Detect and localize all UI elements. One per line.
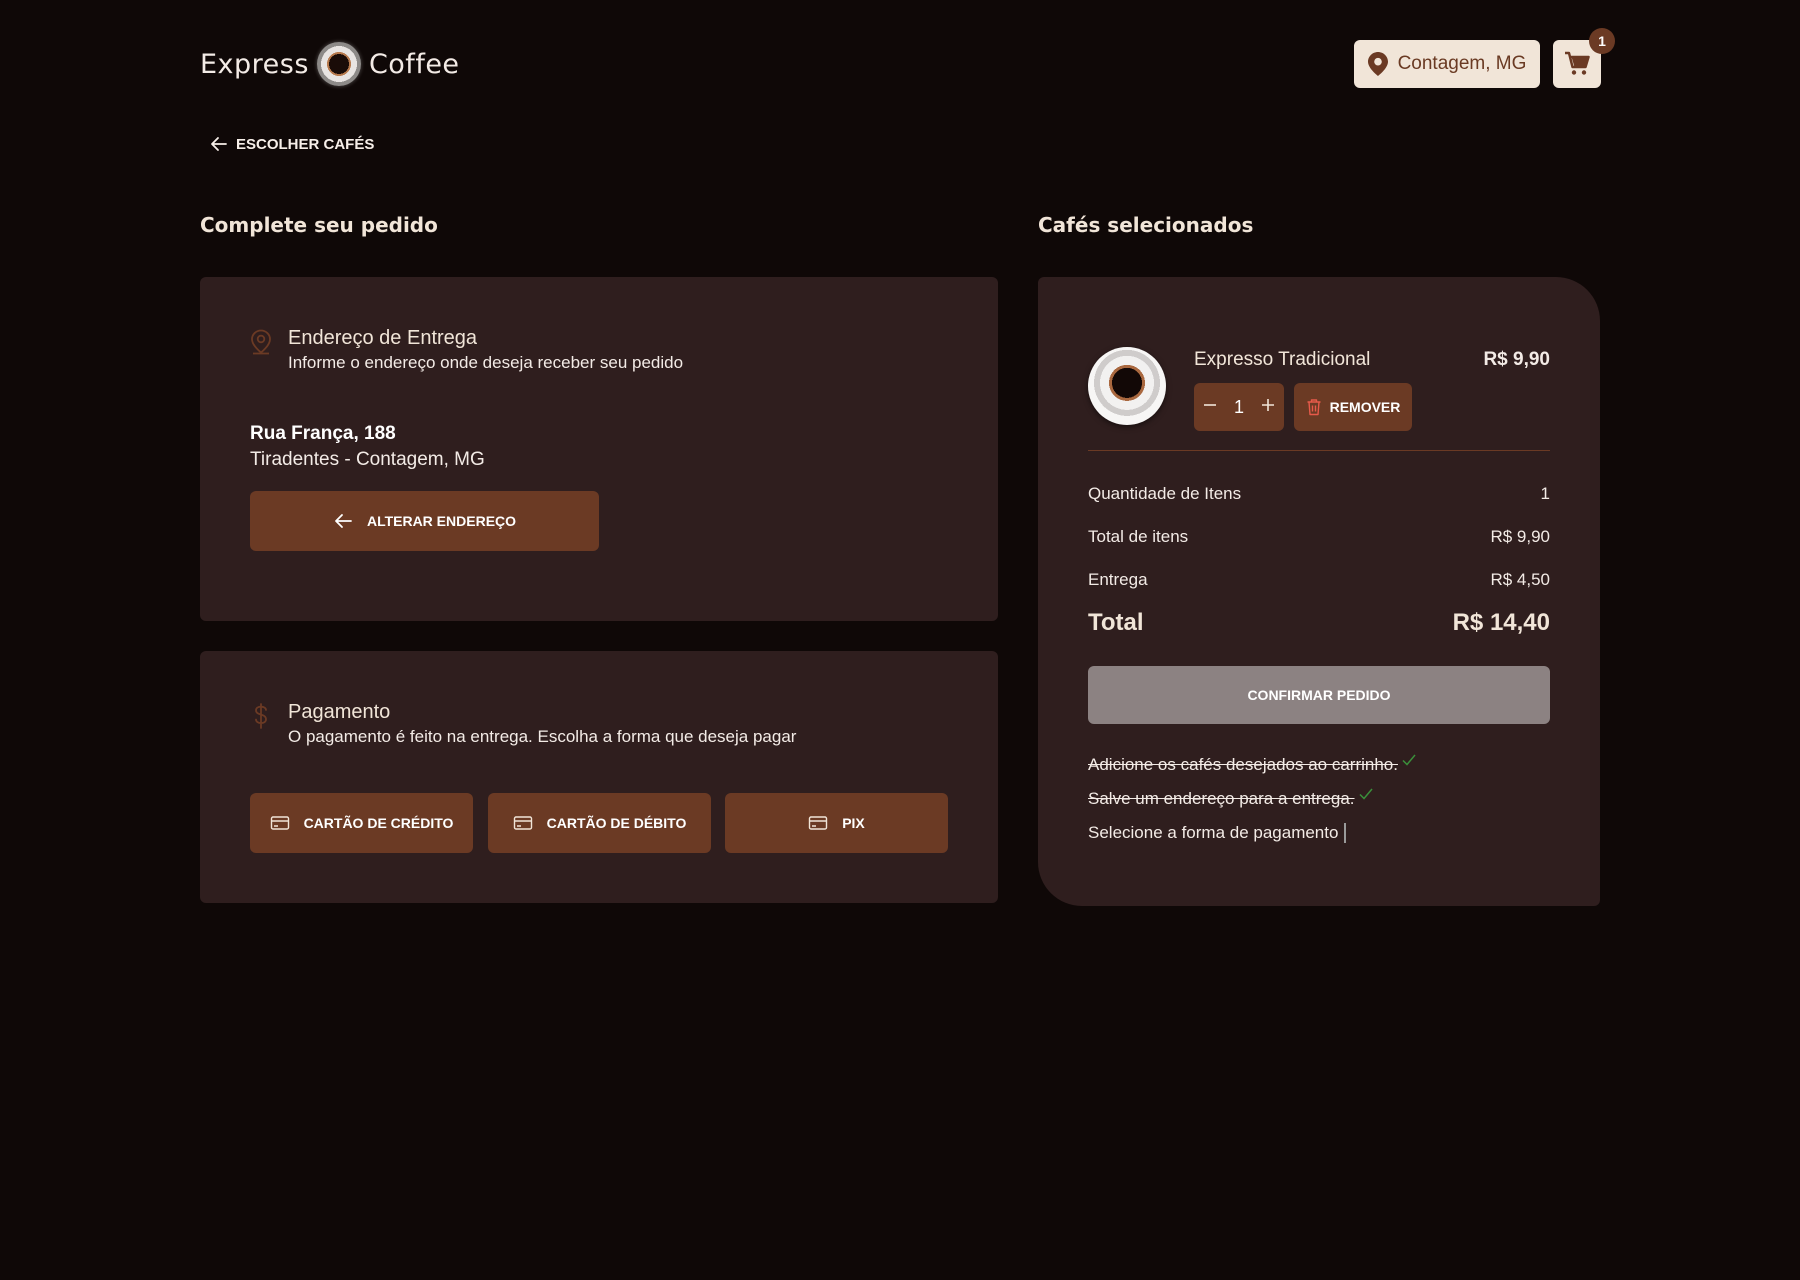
location-text: Contagem, MG bbox=[1397, 53, 1527, 74]
payment-card-header: Pagamento O pagamento é feito na entrega… bbox=[250, 701, 796, 747]
payment-option-credit-button[interactable]: CARTÃO DE CRÉDITO bbox=[250, 793, 473, 853]
summary-delivery-row: Entrega R$ 4,50 bbox=[1088, 570, 1550, 590]
checklist-item: Selecione a forma de pagamento bbox=[1088, 823, 1347, 843]
payment-option-label: CARTÃO DE DÉBITO bbox=[546, 815, 687, 831]
credit-card-icon bbox=[513, 816, 532, 830]
map-pin-icon bbox=[1367, 52, 1388, 76]
summary-label: Quantidade de Itens bbox=[1088, 484, 1242, 503]
address-street: Rua França, 188 bbox=[250, 423, 396, 444]
summary-total-row: Total R$ 14,40 bbox=[1088, 609, 1550, 637]
coffee-cup-logo-icon bbox=[316, 42, 361, 86]
back-to-coffees-link[interactable]: ESCOLHER CAFÉS bbox=[210, 135, 374, 153]
change-address-label: ALTERAR ENDEREÇO bbox=[366, 513, 517, 529]
trash-icon bbox=[1307, 399, 1321, 416]
summary-value: R$ 4,50 bbox=[1490, 570, 1550, 589]
remove-item-label: REMOVER bbox=[1329, 399, 1401, 415]
quantity-stepper: 1 bbox=[1194, 383, 1284, 431]
confirm-order-button[interactable]: CONFIRMAR PEDIDO bbox=[1088, 666, 1550, 724]
address-heading: Endereço de Entrega bbox=[288, 327, 478, 349]
summary-value: 1 bbox=[1540, 484, 1550, 503]
cart-count-badge: 1 bbox=[1589, 28, 1615, 54]
shopping-cart-icon bbox=[1565, 51, 1590, 75]
change-address-button[interactable]: ALTERAR ENDEREÇO bbox=[250, 491, 599, 551]
summary-label: Total de itens bbox=[1088, 527, 1189, 546]
logo-text-right: Coffee bbox=[368, 48, 460, 80]
checklist-item: Salve um endereço para a entrega. bbox=[1088, 788, 1373, 809]
logo[interactable]: Express Coffee bbox=[200, 42, 460, 86]
cart-item-name: Expresso Tradicional bbox=[1194, 349, 1371, 370]
checklist-text: Adicione os cafés desejados ao carrinho. bbox=[1088, 755, 1398, 774]
minus-icon[interactable] bbox=[1202, 397, 1218, 418]
total-value: R$ 14,40 bbox=[1452, 609, 1550, 636]
cart-divider bbox=[1088, 450, 1550, 451]
total-label: Total bbox=[1088, 609, 1144, 636]
remove-item-button[interactable]: REMOVER bbox=[1294, 383, 1412, 431]
payment-option-label: PIX bbox=[842, 815, 865, 831]
dollar-icon bbox=[255, 703, 267, 729]
summary-label: Entrega bbox=[1088, 570, 1148, 589]
cart-summary-card: Expresso Tradicional R$ 9,90 1 REMOVER Q… bbox=[1038, 277, 1600, 906]
location-badge[interactable]: Contagem, MG bbox=[1354, 40, 1540, 88]
checklist-text: Selecione a forma de pagamento bbox=[1088, 823, 1339, 842]
quantity-value: 1 bbox=[1233, 396, 1244, 417]
address-subheading: Informe o endereço onde deseja receber s… bbox=[288, 353, 684, 372]
checklist-text: Salve um endereço para a entrega. bbox=[1088, 789, 1355, 808]
arrow-left-icon bbox=[211, 137, 227, 151]
address-card: Endereço de Entrega Informe o endereço o… bbox=[200, 277, 998, 621]
cart-item-price: R$ 9,90 bbox=[1483, 349, 1550, 370]
cart-title: Cafés selecionados bbox=[1038, 213, 1254, 237]
payment-option-pix-button[interactable]: PIX bbox=[725, 793, 948, 853]
summary-value: R$ 9,90 bbox=[1490, 527, 1550, 546]
summary-items-count-row: Quantidade de Itens 1 bbox=[1088, 484, 1550, 504]
payment-option-label: CARTÃO DE CRÉDITO bbox=[303, 815, 454, 831]
checklist-item: Adicione os cafés desejados ao carrinho. bbox=[1088, 754, 1416, 775]
summary-items-total-row: Total de itens R$ 9,90 bbox=[1088, 527, 1550, 547]
coffee-product-image bbox=[1088, 347, 1166, 425]
plus-icon[interactable] bbox=[1260, 397, 1276, 418]
address-district: Tiradentes - Contagem, MG bbox=[250, 449, 485, 470]
text-caret bbox=[1344, 823, 1347, 843]
back-link-label: ESCOLHER CAFÉS bbox=[236, 135, 375, 153]
credit-card-icon bbox=[809, 816, 828, 830]
order-form-title: Complete seu pedido bbox=[200, 213, 438, 237]
address-card-header: Endereço de Entrega Informe o endereço o… bbox=[250, 327, 683, 373]
payment-option-debit-button[interactable]: CARTÃO DE DÉBITO bbox=[488, 793, 711, 853]
credit-card-icon bbox=[270, 816, 289, 830]
payment-card: Pagamento O pagamento é feito na entrega… bbox=[200, 651, 998, 903]
check-icon bbox=[1358, 788, 1373, 800]
app-header: Express Coffee Contagem, MG 1 bbox=[200, 28, 1615, 96]
logo-text-left: Express bbox=[200, 48, 309, 80]
map-pin-outline-icon bbox=[251, 329, 271, 355]
check-icon bbox=[1402, 754, 1416, 766]
arrow-left-icon bbox=[335, 514, 352, 528]
payment-subheading: O pagamento é feito na entrega. Escolha … bbox=[288, 727, 797, 746]
payment-heading: Pagamento bbox=[288, 701, 391, 723]
